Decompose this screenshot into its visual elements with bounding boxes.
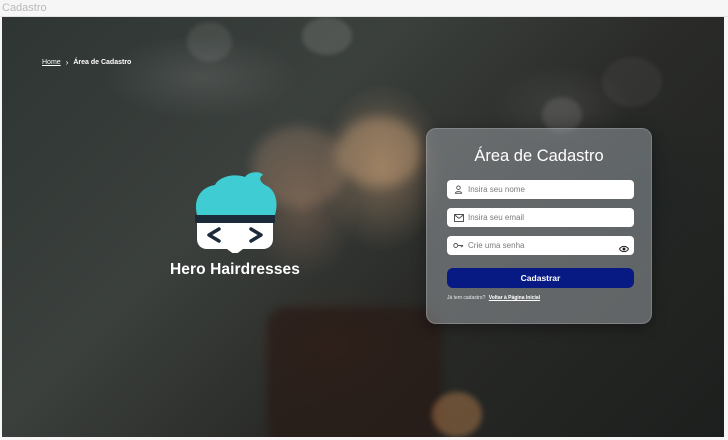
brand-name: Hero Hairdresses: [170, 261, 300, 278]
eye-icon[interactable]: [618, 240, 630, 258]
bokeh-light: [302, 17, 352, 55]
password-field[interactable]: [447, 236, 634, 255]
user-icon: [453, 184, 464, 195]
signup-card: Área de Cadastro Cadastrar Já tem cad: [426, 128, 652, 324]
back-home-link[interactable]: Voltar à Página Inicial: [489, 295, 540, 301]
brand-logo: Hero Hairdresses: [164, 169, 306, 279]
breadcrumb-home-link[interactable]: Home: [42, 59, 61, 66]
bokeh-light: [187, 22, 232, 62]
brush-shape: [337, 117, 422, 187]
key-icon: [453, 240, 464, 251]
name-input[interactable]: [468, 185, 608, 194]
window-title: Cadastro: [0, 0, 728, 17]
chevron-right-icon: ›: [65, 58, 69, 67]
breadcrumb: Home › Área de Cadastro: [42, 58, 131, 67]
register-button[interactable]: Cadastrar: [447, 268, 634, 288]
already-registered-text: Já tem cadastro?: [447, 295, 486, 301]
login-note: Já tem cadastro? Voltar à Página Inicial: [447, 295, 540, 301]
password-input[interactable]: [468, 241, 608, 250]
hero-background: Home › Área de Cadastro Hero Hairdresses…: [2, 17, 724, 437]
hero-logo-icon: [195, 172, 277, 253]
form-title: Área de Cadastro: [474, 147, 604, 165]
mail-icon: [453, 212, 464, 223]
breadcrumb-current: Área de Cadastro: [73, 59, 132, 66]
email-input[interactable]: [468, 213, 608, 222]
name-field[interactable]: [447, 180, 634, 199]
cup-shape: [267, 307, 442, 437]
bokeh-light: [432, 392, 482, 437]
bokeh-light: [602, 57, 662, 107]
email-field[interactable]: [447, 208, 634, 227]
